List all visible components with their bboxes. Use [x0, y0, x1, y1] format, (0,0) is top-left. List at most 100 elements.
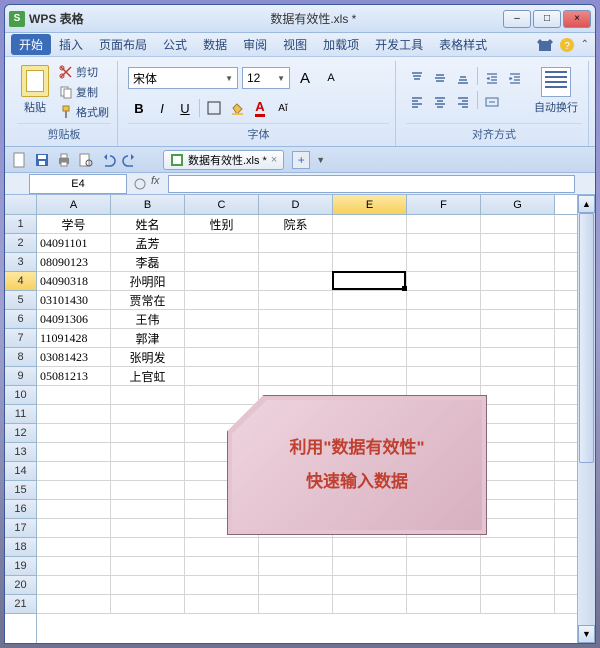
vertical-scrollbar[interactable]: ▲ ▼: [577, 195, 595, 643]
underline-button[interactable]: U: [174, 97, 196, 119]
column-header[interactable]: B: [111, 195, 185, 214]
cell[interactable]: [37, 519, 111, 537]
cell[interactable]: [37, 424, 111, 442]
ribbon-tab[interactable]: 公式: [155, 34, 195, 55]
row-header[interactable]: 4: [5, 272, 36, 291]
cell[interactable]: [37, 443, 111, 461]
cell[interactable]: [407, 253, 481, 271]
cell[interactable]: 孟芳: [111, 234, 185, 252]
cell[interactable]: [333, 367, 407, 385]
cell[interactable]: [407, 310, 481, 328]
cell[interactable]: [111, 595, 185, 613]
cell[interactable]: 孙明阳: [111, 272, 185, 290]
cell[interactable]: [481, 272, 555, 290]
cell[interactable]: [259, 538, 333, 556]
cell[interactable]: [259, 253, 333, 271]
cell[interactable]: 李磊: [111, 253, 185, 271]
cell[interactable]: [259, 310, 333, 328]
row-header[interactable]: 20: [5, 576, 36, 595]
cell[interactable]: [481, 519, 555, 537]
cell[interactable]: [333, 329, 407, 347]
merge-cells-button[interactable]: [481, 91, 503, 113]
ribbon-tab[interactable]: 表格样式: [431, 34, 495, 55]
cell[interactable]: [407, 234, 481, 252]
row-header[interactable]: 13: [5, 443, 36, 462]
cell[interactable]: [111, 405, 185, 423]
row-header[interactable]: 19: [5, 557, 36, 576]
row-header[interactable]: 11: [5, 405, 36, 424]
cell[interactable]: [185, 272, 259, 290]
cell[interactable]: [185, 576, 259, 594]
row-header[interactable]: 5: [5, 291, 36, 310]
ribbon-tab[interactable]: 开始: [11, 34, 51, 55]
cell[interactable]: [259, 557, 333, 575]
row-header[interactable]: 12: [5, 424, 36, 443]
row-header[interactable]: 9: [5, 367, 36, 386]
cell[interactable]: [259, 272, 333, 290]
column-header[interactable]: C: [185, 195, 259, 214]
cell[interactable]: [407, 367, 481, 385]
ribbon-tab[interactable]: 加载项: [315, 34, 367, 55]
cell[interactable]: [111, 386, 185, 404]
cell[interactable]: [333, 215, 407, 233]
phonetic-button[interactable]: Aĭ: [272, 97, 294, 119]
cell[interactable]: [481, 557, 555, 575]
name-box[interactable]: E4: [29, 174, 127, 194]
cell[interactable]: [333, 576, 407, 594]
fill-color-button[interactable]: [226, 97, 248, 119]
cell[interactable]: [481, 234, 555, 252]
cell[interactable]: [481, 310, 555, 328]
paste-button[interactable]: 粘贴: [17, 63, 53, 117]
column-header[interactable]: A: [37, 195, 111, 214]
row-header[interactable]: 6: [5, 310, 36, 329]
new-button[interactable]: [11, 151, 29, 169]
cell[interactable]: [185, 595, 259, 613]
help-icon[interactable]: ?: [559, 37, 575, 53]
undo-button[interactable]: [99, 151, 117, 169]
cell[interactable]: [37, 595, 111, 613]
print-button[interactable]: [55, 151, 73, 169]
minimize-button[interactable]: –: [503, 10, 531, 28]
cell[interactable]: [407, 329, 481, 347]
copy-button[interactable]: 复制: [57, 83, 111, 101]
cancel-formula-button[interactable]: [131, 175, 149, 193]
cell[interactable]: [407, 215, 481, 233]
cell[interactable]: [185, 348, 259, 366]
cut-button[interactable]: 剪切: [57, 63, 111, 81]
row-header[interactable]: 10: [5, 386, 36, 405]
close-button[interactable]: ×: [563, 10, 591, 28]
ribbon-tab[interactable]: 数据: [195, 34, 235, 55]
cell[interactable]: [185, 557, 259, 575]
cell[interactable]: [37, 462, 111, 480]
save-button[interactable]: [33, 151, 51, 169]
cell[interactable]: 03081423: [37, 348, 111, 366]
ribbon-collapse-icon[interactable]: ⌃: [581, 39, 589, 50]
cell[interactable]: 08090123: [37, 253, 111, 271]
cell[interactable]: [37, 386, 111, 404]
cell[interactable]: [185, 367, 259, 385]
cell[interactable]: [259, 367, 333, 385]
cell[interactable]: [185, 310, 259, 328]
cell[interactable]: [259, 291, 333, 309]
cell[interactable]: [111, 481, 185, 499]
cell[interactable]: [407, 557, 481, 575]
cell[interactable]: [407, 348, 481, 366]
maximize-button[interactable]: □: [533, 10, 561, 28]
cell[interactable]: [185, 253, 259, 271]
font-name-combo[interactable]: 宋体▼: [128, 67, 238, 89]
cell[interactable]: [111, 462, 185, 480]
row-header[interactable]: 14: [5, 462, 36, 481]
row-header[interactable]: 21: [5, 595, 36, 614]
cell[interactable]: [407, 576, 481, 594]
align-center-button[interactable]: [429, 91, 451, 113]
cell[interactable]: [333, 272, 407, 290]
cell[interactable]: 04091306: [37, 310, 111, 328]
scroll-up-button[interactable]: ▲: [578, 195, 595, 213]
scroll-thumb[interactable]: [579, 213, 594, 463]
ribbon-tab[interactable]: 视图: [275, 34, 315, 55]
cell[interactable]: [407, 291, 481, 309]
cell[interactable]: 04091101: [37, 234, 111, 252]
increase-indent-button[interactable]: [504, 67, 526, 89]
cell[interactable]: [481, 424, 555, 442]
cell[interactable]: [185, 538, 259, 556]
